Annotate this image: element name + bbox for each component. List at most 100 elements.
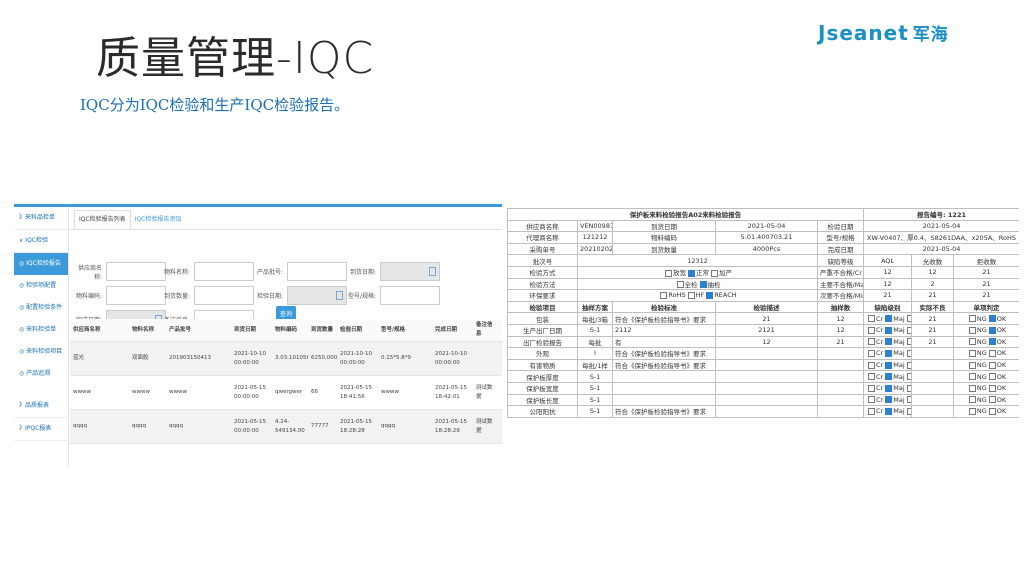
checkbox[interactable] [906, 361, 911, 369]
column-header[interactable]: 检验日期 [337, 326, 378, 335]
tab-iqc-list[interactable]: IQC检验报告列表 [74, 210, 131, 229]
sidebar-item[interactable]: ◎ 配置检验条件 [14, 297, 68, 319]
checkbox[interactable] [906, 349, 911, 357]
checkbox[interactable] [660, 291, 668, 299]
checkbox[interactable] [868, 315, 876, 323]
checkbox[interactable] [687, 291, 695, 299]
column-header[interactable]: 物料编码 [272, 326, 308, 335]
checkbox[interactable] [885, 361, 893, 369]
sidebar-item[interactable]: ◎ IQC检验报告 [14, 253, 68, 275]
sidebar-item[interactable]: 》来料品检单 [14, 207, 68, 230]
item-severity: CrMajMin [863, 358, 913, 372]
checkbox[interactable] [885, 326, 893, 334]
spec-input[interactable] [380, 286, 440, 305]
tab-iqc-add[interactable]: IQC检验报告添加 [131, 211, 186, 229]
checkbox[interactable] [906, 315, 911, 323]
checkbox[interactable] [868, 361, 876, 369]
checkbox[interactable] [665, 269, 672, 277]
checkbox[interactable] [906, 373, 911, 381]
item-header: 缺陷级别 [863, 300, 913, 314]
table-row[interactable]: wwww wwww wwww 2021-05-15 00:00:00 qwergwer 6… [70, 376, 502, 410]
material-code-input[interactable] [106, 286, 166, 305]
checkbox[interactable] [885, 373, 893, 381]
checkbox[interactable] [868, 396, 876, 404]
checkbox[interactable] [968, 407, 976, 415]
checkbox-label: NG [976, 384, 987, 393]
checkbox[interactable] [868, 384, 876, 392]
iqc-report-screenshot: 保护板来料检验报告A02来料检验报告 报告编号: 1221 供应商名称 VEN0098… [507, 208, 1019, 466]
sidebar-item[interactable]: ◎ 来料检验单 [14, 319, 68, 341]
checkbox[interactable] [906, 384, 911, 392]
sidebar-item[interactable]: ◎ 检验项配置 [14, 275, 68, 297]
sidebar-item[interactable]: 》品质报表 [14, 395, 68, 418]
table-header-row: 供应商名称 物料名称 产品批号 到货日期 物料编码 到货数量 检验日期 型号/规格 完成日期 备注… [70, 319, 502, 342]
arrival-qty-input[interactable] [194, 286, 254, 305]
checkbox[interactable] [868, 338, 876, 346]
checkbox[interactable] [968, 326, 976, 334]
checkbox[interactable] [988, 396, 996, 404]
checkbox[interactable] [868, 373, 876, 381]
checkbox[interactable] [906, 407, 911, 415]
aql-cell: 12 [863, 265, 913, 279]
checkbox[interactable] [885, 338, 893, 346]
checkbox[interactable] [968, 315, 976, 323]
checkbox[interactable] [988, 315, 996, 323]
sidebar-item[interactable]: 》IPQC报表 [14, 418, 68, 441]
checkbox[interactable] [988, 361, 996, 369]
checkbox[interactable] [885, 396, 893, 404]
checkbox[interactable] [868, 407, 876, 415]
table-cell: 2021-05-15 18:28:28 [340, 418, 372, 434]
checkbox-label: OK [996, 337, 1007, 346]
table-row[interactable]: 蓝光 双面胶 201903150413 2021-10-10 00:00:00 3.03… [70, 342, 502, 376]
column-header[interactable]: 型号/规格 [378, 326, 432, 335]
material-name-input[interactable] [194, 262, 254, 281]
sidebar-item[interactable]: ∨ IQC检验 [14, 230, 68, 253]
table-row[interactable]: qqqq qqqq qqqq 2021-05-15 00:00:00 4.24-5491… [70, 410, 502, 444]
checkbox[interactable] [968, 396, 976, 404]
column-header[interactable]: 备注信息 [473, 321, 496, 339]
checkbox[interactable] [868, 349, 876, 357]
inspect-date-label: 检验日期: [256, 293, 283, 300]
checkbox[interactable] [988, 384, 996, 392]
checkbox[interactable] [968, 338, 976, 346]
inspect-date-input[interactable] [287, 286, 347, 305]
sidebar-item[interactable]: ◎ 来料检验项目 [14, 341, 68, 363]
info-label: 物料编码 [612, 231, 716, 244]
checkbox[interactable] [706, 291, 714, 299]
checkbox[interactable] [699, 281, 707, 289]
checkbox[interactable] [988, 338, 996, 346]
checkbox[interactable] [988, 349, 996, 357]
column-header[interactable]: 完成日期 [432, 326, 473, 335]
calendar-icon[interactable] [429, 267, 436, 276]
checkbox[interactable] [988, 373, 996, 381]
checkbox[interactable] [968, 384, 976, 392]
checkbox[interactable] [968, 373, 976, 381]
column-header[interactable]: 到货数量 [308, 326, 337, 335]
checkbox[interactable] [906, 326, 911, 334]
checkbox[interactable] [688, 269, 695, 277]
calendar-icon[interactable] [336, 291, 343, 300]
checkbox[interactable] [906, 396, 911, 404]
product-no-input[interactable] [287, 262, 347, 281]
checkbox[interactable] [968, 349, 976, 357]
checkbox[interactable] [868, 326, 876, 334]
checkbox[interactable] [906, 338, 911, 346]
column-header[interactable]: 到货日期 [231, 326, 272, 335]
arrival-date-input[interactable] [380, 262, 440, 281]
item-standard [612, 393, 716, 407]
sidebar-item[interactable]: ◎ 产品追溯 [14, 363, 68, 385]
supplier-input[interactable] [106, 262, 166, 281]
checkbox[interactable] [885, 349, 893, 357]
item-standard: 符合《保护板检验指导书》要求 [612, 347, 716, 360]
checkbox[interactable] [885, 407, 893, 415]
checkbox[interactable] [968, 361, 976, 369]
checkbox[interactable] [711, 269, 718, 277]
column-header[interactable]: 产品批号 [166, 326, 231, 335]
column-header[interactable]: 物料名称 [129, 326, 166, 335]
checkbox[interactable] [988, 407, 996, 415]
checkbox[interactable] [885, 384, 893, 392]
checkbox[interactable] [885, 315, 893, 323]
checkbox[interactable] [988, 326, 996, 334]
column-header[interactable]: 供应商名称 [70, 326, 129, 335]
checkbox[interactable] [676, 281, 684, 289]
